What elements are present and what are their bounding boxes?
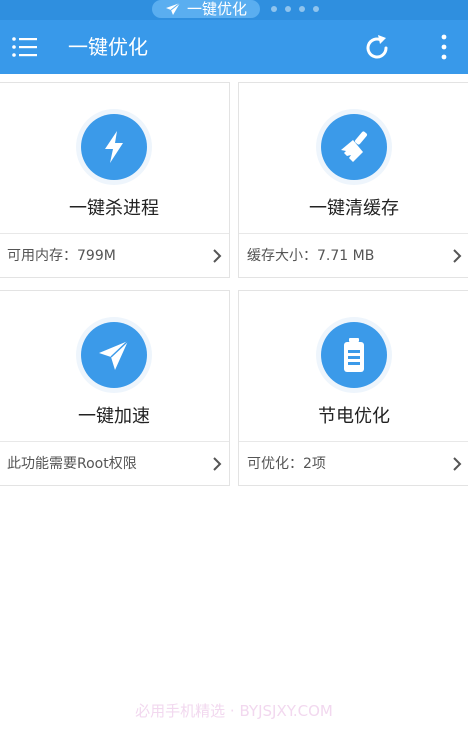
refresh-icon[interactable] [361,32,393,64]
card-footer: 可用内存：799M [7,248,116,264]
page-dot [313,6,319,12]
paper-plane-icon [81,322,147,388]
chevron-right-icon [211,455,223,473]
chevron-right-icon [451,455,463,473]
chevron-right-icon [451,247,463,265]
card-title: 一键清缓存 [309,198,399,219]
card-title: 一键杀进程 [69,198,159,219]
battery-icon [321,322,387,388]
status-bar: 一键优化 [0,0,468,20]
divider [0,233,229,234]
divider [0,441,229,442]
lightning-icon [81,114,147,180]
divider [239,441,468,442]
card-title: 节电优化 [318,406,390,427]
app-bar: 一键优化 [0,20,468,74]
page-dot [271,6,277,12]
page-dot [285,6,291,12]
divider [239,233,468,234]
card-footer: 可优化：2项 [247,456,326,472]
status-pill-label: 一键优化 [186,0,247,18]
watermark: 必用手机精选 · BYJSJXY.COM [135,702,333,720]
power-saving-card[interactable]: 节电优化 可优化：2项 [238,290,468,486]
more-vertical-icon[interactable] [432,31,456,63]
page-dot [299,6,305,12]
clean-cache-card[interactable]: 一键清缓存 缓存大小：7.71 MB [238,82,468,278]
broom-icon [321,114,387,180]
hamburger-icon[interactable] [10,33,40,61]
speed-up-card[interactable]: 一键加速 此功能需要Root权限 [0,290,230,486]
chevron-right-icon [211,247,223,265]
card-footer: 缓存大小：7.71 MB [247,248,375,264]
paper-plane-icon [165,2,181,16]
card-title: 一键加速 [78,406,150,427]
status-pill: 一键优化 [152,0,260,18]
page-indicator [271,6,319,12]
card-footer: 此功能需要Root权限 [7,456,137,472]
page-title: 一键优化 [68,35,148,59]
kill-process-card[interactable]: 一键杀进程 可用内存：799M [0,82,230,278]
